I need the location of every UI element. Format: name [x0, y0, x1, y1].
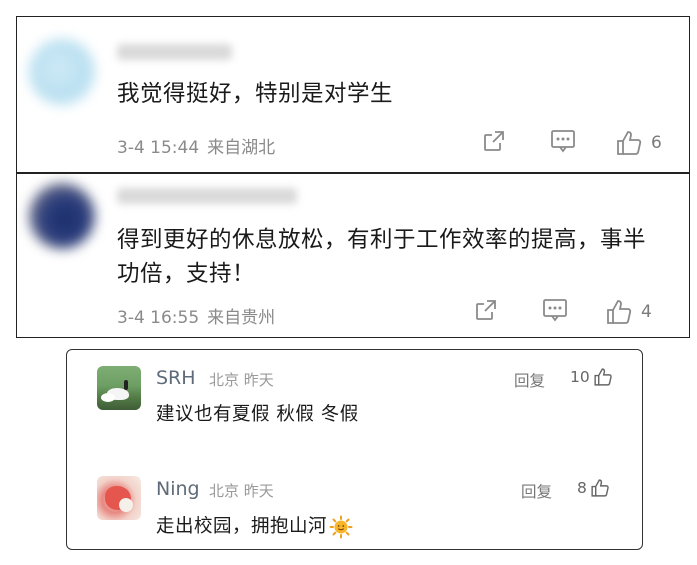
like-count: 10 — [570, 368, 590, 386]
avatar[interactable] — [97, 366, 141, 410]
comment-text: 我觉得挺好，特别是对学生 — [117, 81, 394, 107]
reply-username[interactable]: Ning — [156, 478, 200, 500]
share-button[interactable] — [482, 129, 506, 153]
comment-button[interactable] — [542, 298, 568, 322]
avatar-goose-neck — [124, 380, 128, 390]
username-blurred — [117, 188, 297, 204]
comment-date: 3-4 16:55 — [117, 308, 200, 328]
avatar[interactable] — [97, 476, 141, 520]
comment-date: 3-4 15:44 — [117, 138, 200, 158]
thumbs-up-icon — [591, 479, 609, 497]
reply-button[interactable]: 回复 — [521, 480, 552, 502]
username-blurred — [117, 44, 232, 60]
comment-icon — [551, 130, 575, 153]
avatar[interactable] — [29, 39, 95, 105]
comment-item: 我觉得挺好，特别是对学生 3-4 15:44 来自湖北 6 — [17, 17, 689, 172]
comment-region: 来自贵州 — [207, 308, 276, 328]
avatar-goose-shape — [101, 393, 115, 402]
reply-text: 建议也有夏假 秋假 冬假 — [156, 404, 359, 425]
like-button[interactable]: 8 — [577, 478, 610, 498]
reply-text: 走出校园，拥抱山河 — [156, 512, 353, 539]
reply-panel: SRH 北京 昨天 建议也有夏假 秋假 冬假 回复 10 Ning 北京 昨天 … — [66, 349, 643, 550]
comment-icon — [543, 299, 567, 322]
thumbs-up-icon — [607, 300, 632, 324]
comment-text: 得到更好的休息放松，有利于工作效率的提高，事半功倍，支持！ — [117, 227, 647, 287]
reply-location-time: 北京 昨天 — [209, 371, 274, 389]
thumbs-up-icon — [617, 131, 642, 155]
comment-region: 来自湖北 — [207, 138, 276, 158]
sun-emoji-icon — [329, 515, 353, 539]
share-icon — [476, 300, 496, 320]
reply-item: Ning 北京 昨天 走出校园，拥抱山河 回复 8 — [67, 468, 642, 551]
comment-panel: 我觉得挺好，特别是对学生 3-4 15:44 来自湖北 6 得到更好的休息放松，有… — [16, 16, 690, 338]
like-count: 8 — [577, 479, 587, 497]
like-button[interactable]: 6 — [615, 129, 662, 157]
share-icon — [484, 131, 504, 151]
like-button[interactable]: 10 — [570, 367, 613, 387]
share-button[interactable] — [474, 298, 498, 322]
reply-button[interactable]: 回复 — [514, 369, 545, 391]
thumbs-up-icon — [594, 368, 612, 386]
comment-meta: 3-4 16:55 来自贵州 — [117, 303, 275, 328]
like-button[interactable]: 4 — [605, 298, 652, 326]
comment-item: 得到更好的休息放松，有利于工作效率的提高，事半功倍，支持！ 3-4 16:55 来… — [17, 173, 689, 339]
reply-text-content: 走出校园，拥抱山河 — [156, 516, 328, 537]
comment-button[interactable] — [550, 129, 576, 153]
comment-meta: 3-4 15:44 来自湖北 — [117, 133, 275, 158]
like-count: 6 — [651, 133, 662, 153]
reply-location-time: 北京 昨天 — [209, 482, 274, 500]
reply-item: SRH 北京 昨天 建议也有夏假 秋假 冬假 回复 10 — [67, 350, 642, 450]
avatar-flower-shape — [119, 498, 133, 512]
avatar[interactable] — [29, 183, 95, 249]
reply-username[interactable]: SRH — [156, 367, 196, 389]
like-count: 4 — [641, 302, 652, 322]
